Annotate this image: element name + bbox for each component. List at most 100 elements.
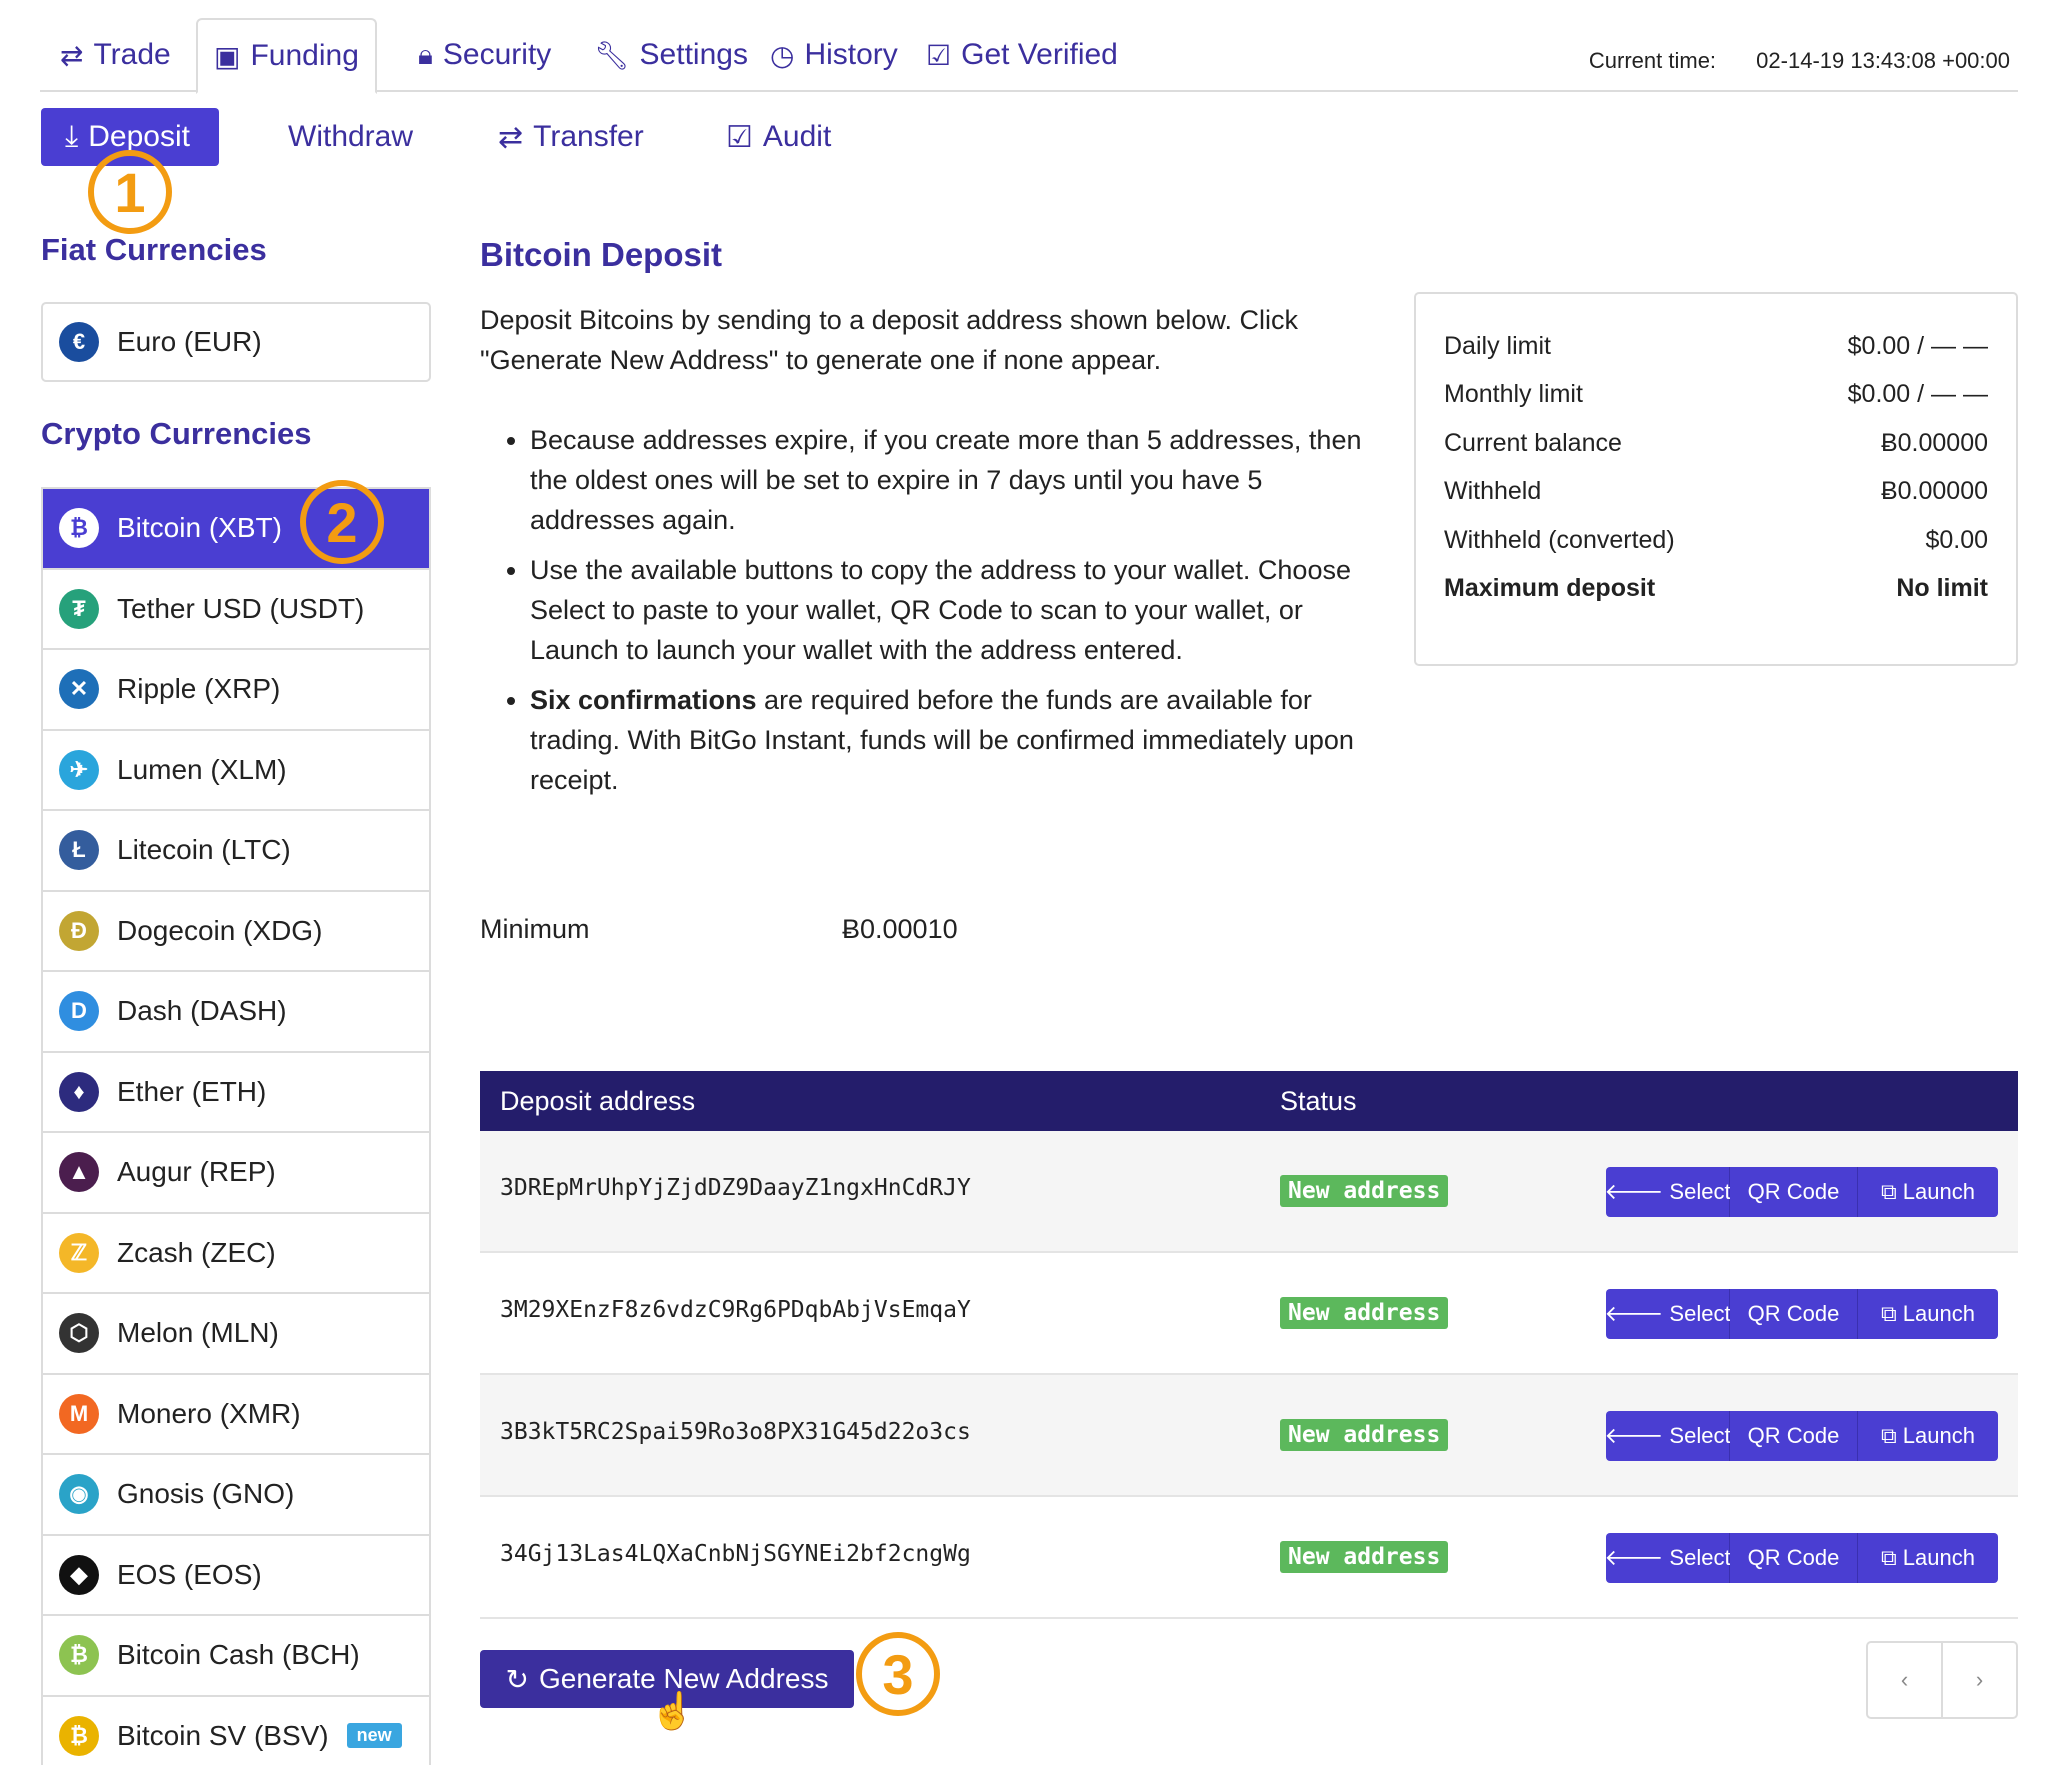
minimum-value: Ƀ0.00010 bbox=[842, 914, 958, 944]
sidebar-item-crypto[interactable]: M Monero (XMR) bbox=[43, 1375, 429, 1455]
subtab-audit[interactable]: ☑ Audit bbox=[726, 108, 831, 166]
arrow-left-icon: 🡐 bbox=[1606, 1179, 1664, 1204]
arrow-left-icon: 🡐 bbox=[1606, 1545, 1664, 1570]
bullet-buttons: Use the available buttons to copy the ad… bbox=[530, 550, 1380, 670]
coin-icon: ♦ bbox=[59, 1071, 99, 1112]
sidebar-item-crypto[interactable]: ✕ Ripple (XRP) bbox=[43, 650, 429, 731]
sidebar-item-label: Bitcoin SV (BSV) bbox=[117, 1719, 329, 1751]
sidebar-item-crypto[interactable]: ◆ EOS (EOS) bbox=[43, 1536, 429, 1616]
next-page-button[interactable]: › bbox=[1943, 1643, 2016, 1717]
sidebar-item-eur[interactable]: € Euro (EUR) bbox=[41, 302, 431, 382]
coin-icon: ◆ bbox=[59, 1554, 99, 1595]
minimum-label: Minimum bbox=[480, 914, 590, 944]
sidebar-item-label: Augur (REP) bbox=[117, 1156, 276, 1188]
address-actions: 🡐 Select QR Code ⧉ Launch bbox=[1606, 1411, 1998, 1461]
deposit-address[interactable]: 3DREpMrUhpYjZjdDZ9DaayZ1ngxHnCdRJY bbox=[500, 1175, 971, 1201]
sidebar-item-crypto[interactable]: ▲ Augur (REP) bbox=[43, 1133, 429, 1214]
sidebar-item-crypto[interactable]: Ð Dogecoin (XDG) bbox=[43, 892, 429, 972]
coin-icon: M bbox=[59, 1393, 99, 1434]
tab-security[interactable]: 🔒︎ Security bbox=[402, 18, 567, 92]
sidebar-item-label: Bitcoin (XBT) bbox=[117, 512, 282, 544]
sidebar-item-label: Melon (MLN) bbox=[117, 1317, 279, 1349]
sidebar-item-crypto[interactable]: ℤ Zcash (ZEC) bbox=[43, 1214, 429, 1294]
bullet-confirmations: Six confirmations are required before th… bbox=[530, 680, 1380, 800]
sidebar-item-crypto[interactable]: ♦ Ether (ETH) bbox=[43, 1053, 429, 1133]
select-button[interactable]: 🡐 Select bbox=[1606, 1167, 1731, 1217]
sidebar-item-label: Litecoin (LTC) bbox=[117, 834, 291, 866]
tab-funding[interactable]: ▣ Funding bbox=[196, 18, 377, 94]
coin-icon: ▲ bbox=[59, 1152, 99, 1193]
limit-value: Ƀ0.00000 bbox=[1880, 428, 1988, 457]
limit-label: Monthly limit bbox=[1444, 380, 1583, 409]
header-deposit-address: Deposit address bbox=[500, 1085, 696, 1116]
table-row: 34Gj13Las4LQXaCnbNjSGYNEi2bf2cngWg New ad… bbox=[480, 1497, 2018, 1619]
sidebar-item-label: Ether (ETH) bbox=[117, 1075, 267, 1107]
limit-row: Daily limit $0.00 / — — bbox=[1444, 322, 1988, 371]
subtab-withdraw[interactable]: Withdraw bbox=[288, 108, 413, 166]
coin-icon: D bbox=[59, 991, 99, 1032]
deposit-address[interactable]: 3B3kT5RC2Spai59Ro3o8PX31G45d22o3cs bbox=[500, 1419, 971, 1445]
launch-button[interactable]: ⧉ Launch bbox=[1858, 1411, 1998, 1461]
top-tabs: ⇄ Trade ▣ Funding 🔒︎ Security 🔧︎ Setting… bbox=[40, 18, 2018, 94]
callout-1: 1 bbox=[88, 150, 172, 234]
external-link-icon: ⧉ bbox=[1881, 1179, 1897, 1204]
coin-icon: ₿ bbox=[59, 508, 99, 549]
deposit-address[interactable]: 34Gj13Las4LQXaCnbNjSGYNEi2bf2cngWg bbox=[500, 1541, 971, 1567]
coin-icon: Ð bbox=[59, 910, 99, 951]
coin-icon: ₮ bbox=[59, 588, 99, 629]
address-actions: 🡐 Select QR Code ⧉ Launch bbox=[1606, 1533, 1998, 1583]
table-row: 3M29XEnzF8z6vdzC9Rg6PDqbAbjVsEmqaY New ad… bbox=[480, 1253, 2018, 1375]
coin-icon: ₿ bbox=[59, 1715, 99, 1756]
coin-icon: Ł bbox=[59, 830, 99, 871]
limit-label: Daily limit bbox=[1444, 331, 1551, 360]
arrow-left-icon: 🡐 bbox=[1606, 1301, 1664, 1326]
qr-code-button[interactable]: QR Code bbox=[1730, 1533, 1858, 1583]
download-icon: ⤓ bbox=[65, 120, 79, 153]
table-body: 3DREpMrUhpYjZjdDZ9DaayZ1ngxHnCdRJY New ad… bbox=[480, 1131, 2018, 1619]
qr-code-button[interactable]: QR Code bbox=[1730, 1167, 1858, 1217]
launch-button[interactable]: ⧉ Launch bbox=[1858, 1167, 1998, 1217]
select-button[interactable]: 🡐 Select bbox=[1606, 1411, 1731, 1461]
coin-icon: ⬡ bbox=[59, 1313, 99, 1354]
page-title: Bitcoin Deposit bbox=[480, 236, 723, 273]
launch-button[interactable]: ⧉ Launch bbox=[1858, 1533, 1998, 1583]
sidebar-item-crypto[interactable]: ₿ Bitcoin SV (BSV) new bbox=[43, 1697, 429, 1765]
subtab-transfer[interactable]: ⇄ Transfer bbox=[498, 108, 644, 166]
launch-button[interactable]: ⧉ Launch bbox=[1858, 1289, 1998, 1339]
header-status: Status bbox=[1280, 1085, 1357, 1116]
table-header: Deposit address Status bbox=[480, 1071, 2018, 1131]
select-button[interactable]: 🡐 Select bbox=[1606, 1533, 1731, 1583]
sidebar-item-label: Lumen (XLM) bbox=[117, 753, 287, 785]
coin-icon: ₿ bbox=[59, 1635, 99, 1676]
tab-history[interactable]: ◷ History bbox=[754, 18, 914, 92]
sidebar-item-crypto[interactable]: ₮ Tether USD (USDT) bbox=[43, 570, 429, 650]
sidebar-item-crypto[interactable]: ₿ Bitcoin Cash (BCH) bbox=[43, 1616, 429, 1697]
sidebar-item-crypto[interactable]: ⬡ Melon (MLN) bbox=[43, 1294, 429, 1375]
limit-value: No limit bbox=[1896, 574, 1988, 603]
fiat-currencies-title: Fiat Currencies bbox=[41, 232, 267, 267]
sidebar-item-crypto[interactable]: Ł Litecoin (LTC) bbox=[43, 811, 429, 892]
deposit-address[interactable]: 3M29XEnzF8z6vdzC9Rg6PDqbAbjVsEmqaY bbox=[500, 1297, 971, 1323]
prev-page-button[interactable]: ‹ bbox=[1868, 1643, 1943, 1717]
sidebar-item-crypto[interactable]: D Dash (DASH) bbox=[43, 972, 429, 1053]
tab-get-verified[interactable]: ☑ Get Verified bbox=[910, 18, 1134, 92]
tab-trade[interactable]: ⇄ Trade bbox=[44, 18, 187, 92]
lock-icon: 🔒︎ bbox=[418, 38, 433, 70]
tab-settings[interactable]: 🔧︎ Settings bbox=[578, 18, 764, 92]
limit-row: Current balance Ƀ0.00000 bbox=[1444, 419, 1988, 468]
callout-2: 2 bbox=[300, 480, 384, 564]
limit-row: Monthly limit $0.00 / — — bbox=[1444, 371, 1988, 420]
sidebar-item-crypto[interactable]: ◉ Gnosis (GNO) bbox=[43, 1455, 429, 1536]
external-link-icon: ⧉ bbox=[1881, 1301, 1897, 1326]
external-link-icon: ⧉ bbox=[1881, 1545, 1897, 1570]
qr-code-button[interactable]: QR Code bbox=[1730, 1289, 1858, 1339]
select-button[interactable]: 🡐 Select bbox=[1606, 1289, 1731, 1339]
sidebar-item-crypto[interactable]: ✈ Lumen (XLM) bbox=[43, 731, 429, 811]
limit-value: $0.00 bbox=[1925, 525, 1988, 554]
limit-label: Maximum deposit bbox=[1444, 574, 1656, 603]
qr-code-button[interactable]: QR Code bbox=[1730, 1411, 1858, 1461]
sidebar-item-label: Gnosis (GNO) bbox=[117, 1478, 295, 1510]
limit-row: Withheld Ƀ0.00000 bbox=[1444, 468, 1988, 517]
sidebar-item-label: Dogecoin (XDG) bbox=[117, 914, 323, 946]
sidebar-item-label: Tether USD (USDT) bbox=[117, 592, 365, 624]
